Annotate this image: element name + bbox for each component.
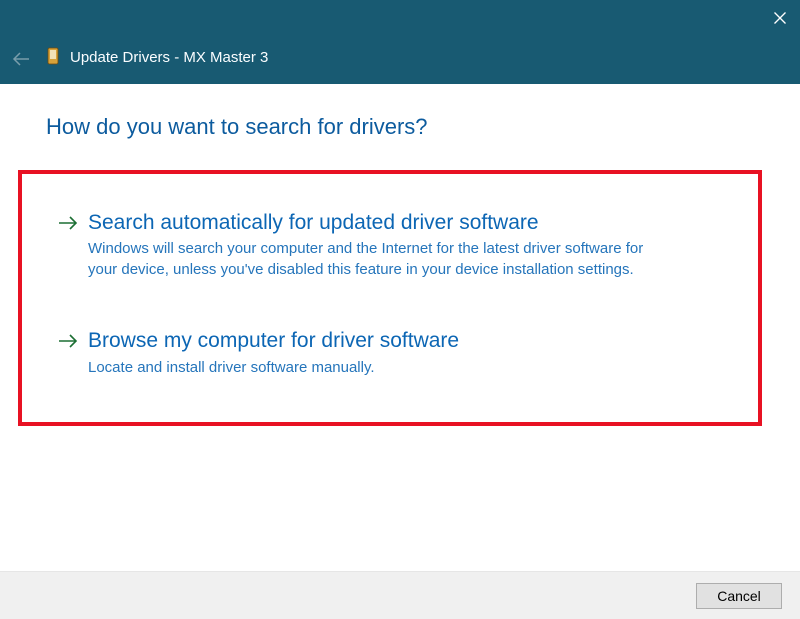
- option-browse-computer[interactable]: Browse my computer for driver software L…: [58, 328, 722, 377]
- option-search-automatically[interactable]: Search automatically for updated driver …: [58, 210, 722, 280]
- options-container: Search automatically for updated driver …: [18, 170, 762, 426]
- arrow-right-icon: [58, 216, 78, 235]
- option-title: Browse my computer for driver software: [88, 328, 722, 354]
- option-description: Locate and install driver software manua…: [88, 357, 658, 378]
- option-description: Windows will search your computer and th…: [88, 238, 658, 280]
- page-heading: How do you want to search for drivers?: [46, 114, 754, 140]
- cancel-button[interactable]: Cancel: [696, 583, 782, 609]
- close-icon: [774, 12, 786, 24]
- device-icon: [47, 47, 59, 65]
- back-arrow-icon: [12, 52, 30, 66]
- back-button[interactable]: [10, 48, 32, 70]
- option-title: Search automatically for updated driver …: [88, 210, 722, 236]
- option-body: Search automatically for updated driver …: [88, 210, 722, 280]
- window-title: Update Drivers - MX Master 3: [70, 49, 268, 66]
- close-button[interactable]: [768, 6, 792, 30]
- titlebar: Update Drivers - MX Master 3: [0, 0, 800, 84]
- arrow-right-icon: [58, 334, 78, 353]
- footer-bar: Cancel: [0, 571, 800, 619]
- content-area: How do you want to search for drivers? S…: [0, 84, 800, 426]
- option-body: Browse my computer for driver software L…: [88, 328, 722, 377]
